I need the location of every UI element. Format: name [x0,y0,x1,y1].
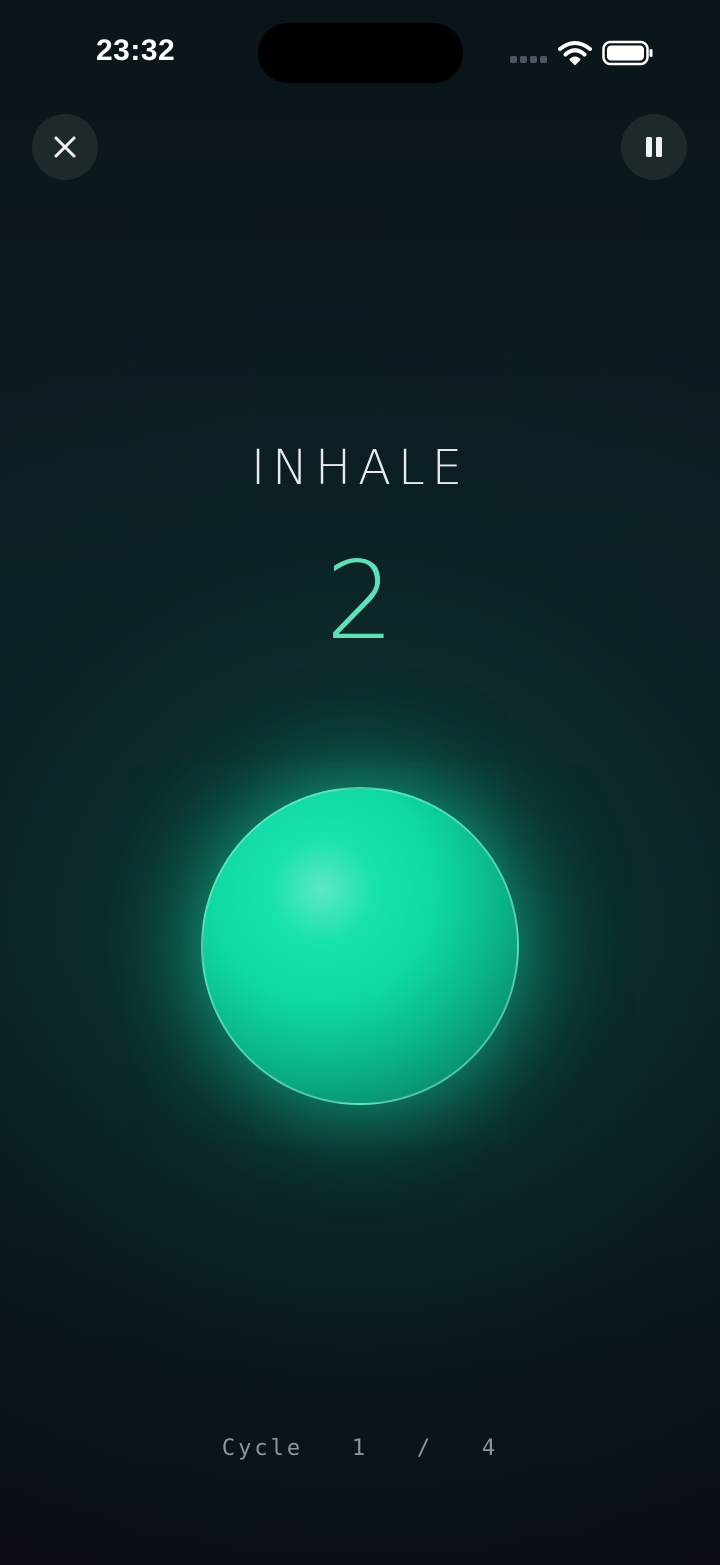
dynamic-island [258,23,463,83]
cycle-current: 1 [351,1436,369,1461]
pause-button[interactable] [621,114,687,180]
cycle-word: Cycle [221,1436,304,1461]
pause-icon [646,137,662,157]
status-bar: 23:32 [0,0,720,100]
cycle-separator: / [416,1436,434,1461]
cycle-progress: Cycle 1 / 4 [0,1436,720,1461]
close-button[interactable] [32,114,98,180]
breathing-orb [201,787,519,1105]
close-icon [54,136,76,158]
wifi-icon [558,41,592,65]
status-time: 23:32 [96,34,176,67]
breathing-countdown: 2 [325,539,395,664]
breathing-phase-label: INHALE [250,440,470,496]
battery-icon [602,40,653,66]
cycle-total: 4 [481,1436,499,1461]
